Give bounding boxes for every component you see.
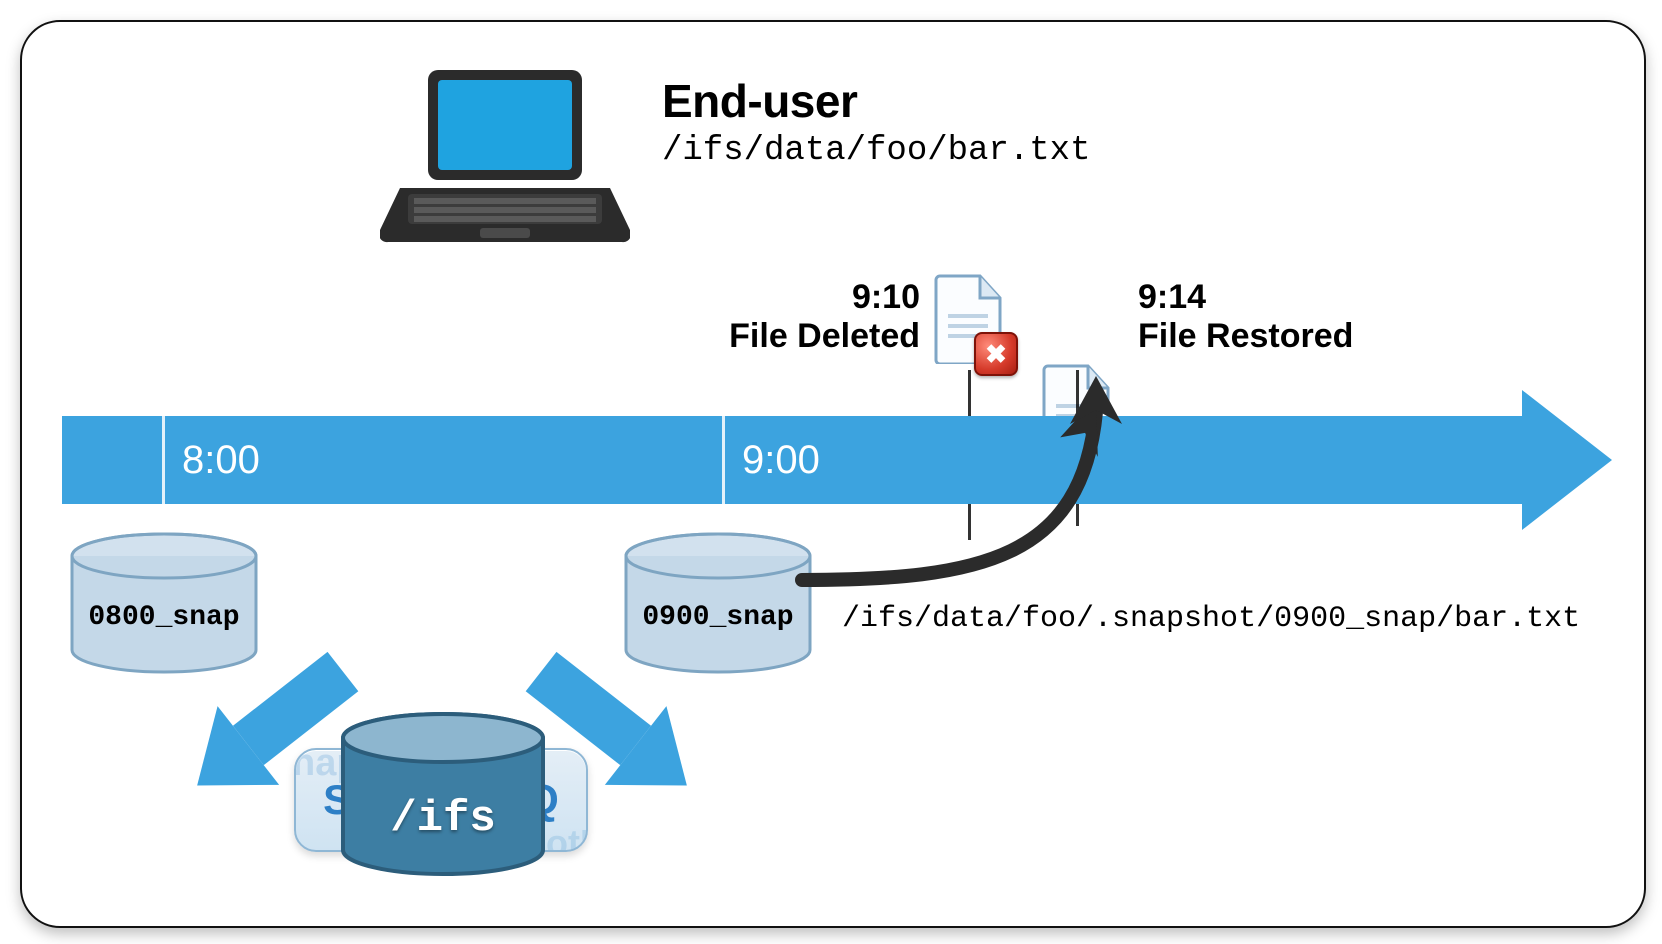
file-deleted-icon: ✖ — [934, 274, 1006, 364]
timeline-arrowhead-icon — [1522, 390, 1612, 530]
event-restored-label: File Restored — [1138, 317, 1458, 356]
tick-8 — [162, 416, 165, 504]
event-deleted-time: 9:10 — [650, 278, 920, 317]
restore-path: /ifs/data/foo/.snapshot/0900_snap/bar.tx… — [842, 602, 1580, 636]
event-restored-time: 9:14 — [1138, 278, 1458, 317]
event-file-restored: 9:14 File Restored — [1138, 278, 1458, 356]
event-deleted-label: File Deleted — [650, 317, 920, 356]
restore-arrow-icon — [782, 358, 1142, 598]
tick-9 — [722, 416, 725, 504]
diagram-card: End-user /ifs/data/foo/bar.txt 9:10 File… — [20, 20, 1646, 928]
db-0800-label: 0800_snap — [68, 602, 260, 633]
event-file-deleted: 9:10 File Deleted — [650, 278, 920, 356]
timeline-label-8: 8:00 — [182, 438, 260, 483]
arrow-ifs-to-0800-icon — [172, 642, 372, 812]
end-user-path: /ifs/data/foo/bar.txt — [662, 132, 1090, 170]
arrow-ifs-to-0900-icon — [512, 642, 712, 812]
end-user-title: End-user — [662, 74, 857, 128]
laptop-icon — [380, 62, 630, 248]
db-0900-label: 0900_snap — [622, 602, 814, 633]
